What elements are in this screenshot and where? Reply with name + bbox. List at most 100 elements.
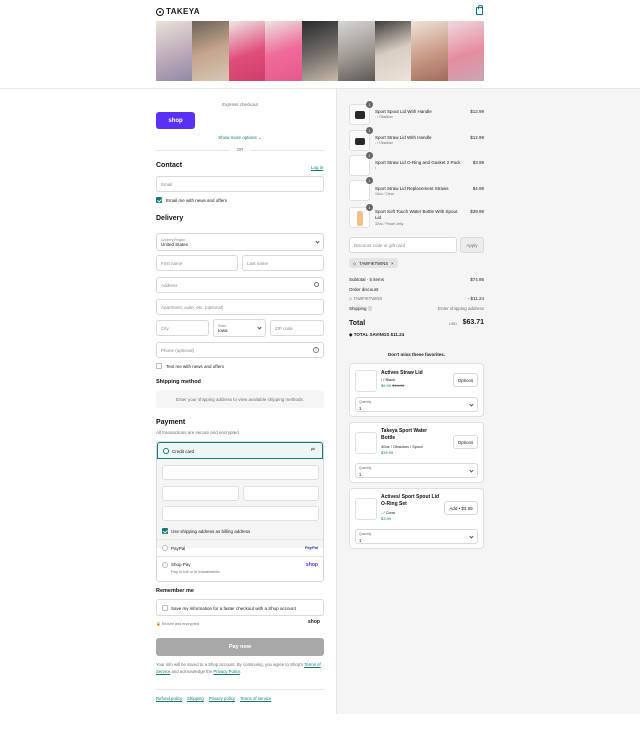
radio-unselected[interactable]	[162, 562, 168, 568]
item-name: Sport Straw Lid With Handle	[375, 135, 432, 140]
banner-image	[411, 21, 448, 81]
privacy-link[interactable]: Privacy Policy	[213, 669, 239, 674]
discount-code-field[interactable]: Discount code or gift card	[349, 237, 457, 253]
remember-me-checkbox[interactable]	[162, 605, 168, 611]
item-name: Sport Soft Touch Water Bottle With Spout…	[375, 209, 458, 220]
item-variant: /	[375, 166, 376, 170]
options-button[interactable]: Options	[453, 373, 478, 387]
item-price: $4.99	[472, 186, 484, 191]
upsell-price: $9.99 $14.99	[381, 383, 405, 388]
hero-banner	[156, 21, 484, 81]
add-to-cart-button[interactable]: Add • $3.99	[444, 501, 478, 515]
chevron-down-icon: ⌄	[258, 135, 262, 140]
chevron-down-icon	[315, 239, 320, 244]
item-price: $3.99	[472, 160, 484, 165]
item-variant: - / Obsidian	[375, 141, 393, 145]
lock-icon: 🔒	[156, 622, 161, 626]
shop-pay-option[interactable]: Shop Pay Pay in full or in installments …	[157, 556, 323, 581]
login-link[interactable]: Log in	[311, 165, 323, 170]
remember-me-box[interactable]: Save my information for a faster checkou…	[156, 599, 324, 616]
shipping-label: Shipping ⓘ	[349, 306, 373, 311]
savings-tag-icon: ◆	[349, 332, 353, 337]
pay-now-button[interactable]: Pay now	[156, 638, 324, 656]
quantity-badge: 1	[366, 177, 373, 184]
sms-news-checkbox[interactable]	[156, 363, 162, 369]
upsell-variant: / / Black	[381, 377, 396, 382]
remember-me-label: Save my information for a faster checkou…	[171, 605, 296, 611]
credit-card-label: Credit card	[172, 448, 195, 454]
quantity-badge: 1	[366, 101, 373, 108]
options-button[interactable]: Options	[453, 435, 478, 449]
refund-policy-link[interactable]: Refund policy	[156, 696, 182, 701]
radio-unselected[interactable]	[162, 545, 168, 551]
help-icon[interactable]: ?	[313, 347, 319, 353]
expiry-field[interactable]	[162, 486, 239, 501]
radio-selected[interactable]	[163, 448, 169, 454]
email-news-checkbox[interactable]	[156, 197, 162, 203]
email-news-label: Email me with news and offers	[166, 198, 227, 203]
shipping-method-heading: Shipping method	[156, 379, 201, 385]
phone-field[interactable]: Phone (optional) ?	[156, 342, 324, 358]
currency-code: USD	[449, 322, 458, 326]
quantity-select[interactable]: Quantity 1	[355, 397, 478, 412]
state-select[interactable]: State Iowa	[213, 319, 266, 337]
city-field[interactable]: City	[156, 320, 209, 336]
security-code-field[interactable]	[243, 486, 319, 501]
paypal-option[interactable]: PayPal PayPal	[157, 539, 323, 556]
divider	[156, 689, 324, 690]
banner-image	[338, 21, 375, 81]
item-price: $39.99	[470, 209, 484, 214]
contact-heading: Contact	[156, 162, 183, 169]
terms-of-service-link[interactable]: Terms of service	[240, 696, 271, 701]
discount-tag: ◇ TAWFIKTWINS ×	[349, 258, 398, 268]
apply-button[interactable]: Apply	[460, 237, 484, 253]
banner-image	[156, 21, 193, 81]
upsell-card: Takeya Sport Water Bottle 30oz / Obsidia…	[349, 422, 484, 483]
card-number-field[interactable]	[162, 465, 319, 480]
quantity-badge: 1	[366, 127, 373, 134]
upsell-variant: - / Clear	[381, 510, 396, 515]
show-more-options-link[interactable]: Show more options ⌄	[156, 135, 324, 141]
item-price: $12.99	[470, 135, 484, 140]
chevron-down-icon	[469, 533, 474, 539]
banner-image	[301, 21, 339, 81]
credit-card-option[interactable]: Credit card ⇄	[157, 442, 323, 459]
secure-note: 🔒 Secure and encrypted	[156, 622, 199, 626]
tag-icon: ◇	[353, 260, 357, 266]
sms-news-label: Text me with news and offers	[166, 364, 224, 369]
upsell-price: $3.99	[381, 516, 392, 521]
express-checkout-label: Express checkout	[222, 102, 258, 107]
first-name-field[interactable]: First name	[156, 255, 238, 271]
shop-pay-logo-icon: shop	[306, 562, 318, 568]
item-name: Sport Straw Lid Replacement Straws	[375, 186, 449, 191]
shipping-value: Enter shipping address	[437, 306, 484, 311]
banner-image	[374, 21, 412, 81]
card-details: Use shipping address as billing address	[157, 459, 323, 548]
address-field[interactable]: Address	[156, 277, 324, 293]
card-swap-icon: ⇄	[310, 447, 315, 453]
item-name: Sport Spout Lid With Handle	[375, 109, 432, 114]
item-variant: 32oz / Peach Jelly	[375, 222, 404, 226]
billing-address-checkbox[interactable]	[162, 528, 168, 534]
order-discount-label: Order discount	[349, 287, 379, 292]
quantity-select[interactable]: Quantity 1	[355, 463, 478, 478]
subtotal-value: $74.95	[470, 277, 484, 282]
shop-pay-button[interactable]: shop	[156, 112, 195, 129]
upsell-price: $39.99	[381, 450, 394, 455]
name-on-card-field[interactable]	[162, 506, 319, 521]
quantity-select[interactable]: Quantity 1	[355, 529, 478, 544]
country-select[interactable]: Country/Region United States	[156, 233, 324, 251]
last-name-field[interactable]: Last name	[242, 255, 324, 271]
legal-text: Your info will be saved to a Shop accoun…	[156, 662, 321, 674]
shipping-link[interactable]: Shipping	[187, 696, 204, 701]
apartment-field[interactable]: Apartment, suite, etc. (optional)	[156, 299, 324, 315]
remove-discount-icon[interactable]: ×	[391, 261, 393, 266]
brand-logo[interactable]: TAKEYA	[156, 7, 200, 16]
privacy-policy-link[interactable]: Privacy policy	[209, 696, 235, 701]
email-field[interactable]: Email	[156, 176, 324, 192]
product-thumbnail	[355, 432, 377, 454]
help-icon[interactable]: ⓘ	[368, 306, 373, 311]
paypal-logo-icon: PayPal	[304, 545, 318, 550]
shopping-bag-icon[interactable]	[476, 5, 483, 15]
zip-field[interactable]: ZIP code	[270, 320, 324, 336]
